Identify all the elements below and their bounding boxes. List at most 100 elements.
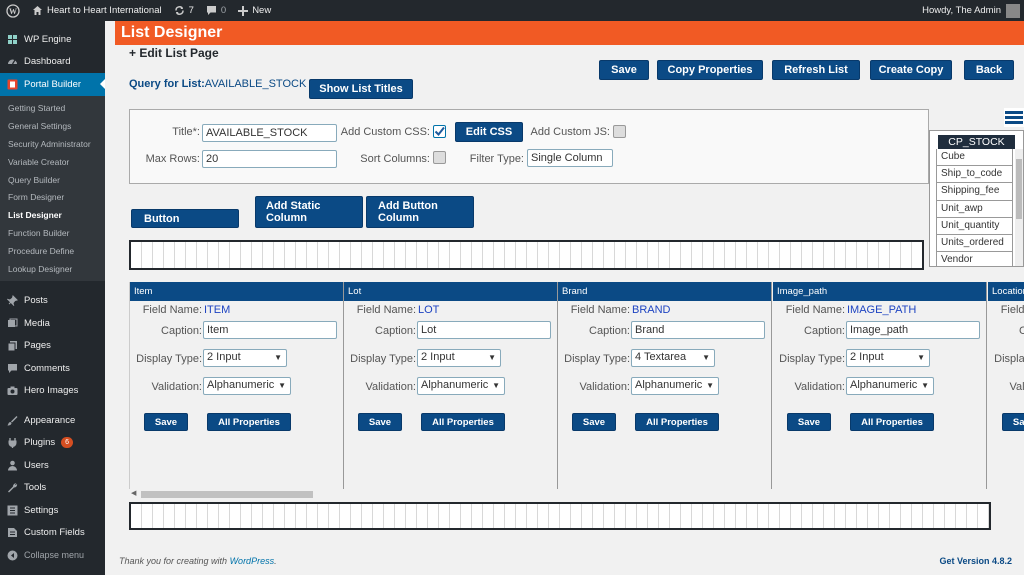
column-save-button[interactable]: Save [144,413,188,431]
submenu-security-administrator[interactable]: Security Administrator [0,135,105,153]
sort-columns-checkbox[interactable] [433,151,446,164]
wordpress-logo-button[interactable]: W [0,0,26,21]
field-list-item[interactable]: Ship_to_code [936,166,1013,184]
custom-css-checkbox[interactable] [433,125,446,138]
caption-input[interactable]: Lot [417,321,551,339]
scroll-left-arrow-icon[interactable]: ◀ [131,489,136,497]
collapse-menu-button[interactable]: Collapse menu [0,544,105,567]
chevron-down-icon: ▼ [702,353,710,362]
filter-type-select[interactable]: Single Column [527,149,613,167]
query-prefix: Query for List: [129,78,205,90]
wordpress-link[interactable]: WordPress [230,556,275,566]
portal-builder-submenu: Getting Started General Settings Securit… [0,95,105,282]
plus-icon [238,5,249,16]
add-static-column-button[interactable]: Add Static Column [255,196,363,228]
filter-type-label: Filter Type: [469,153,524,165]
menu-users[interactable]: Users [0,454,105,477]
button-button[interactable]: Button [131,209,239,228]
validation-select[interactable]: Alphanumeric ▼ [631,377,719,395]
menu-settings[interactable]: Settings [0,499,105,522]
submenu-query-builder[interactable]: Query Builder [0,171,105,189]
save-button[interactable]: Save [599,60,649,80]
create-copy-button[interactable]: Create Copy [870,60,952,80]
submenu-variable-creator[interactable]: Variable Creator [0,153,105,171]
list-column: Item Field Name: ITEM Caption: Item Disp… [130,282,344,489]
validation-label: Validation: [1009,381,1024,393]
menu-custom-fields[interactable]: Custom Fields [0,521,105,544]
all-properties-button[interactable]: All Properties [421,413,505,431]
all-properties-button[interactable]: All Properties [635,413,719,431]
custom-js-checkbox[interactable] [613,125,626,138]
column-save-button[interactable]: Save [358,413,402,431]
submenu-general-settings[interactable]: General Settings [0,117,105,135]
query-name: AVAILABLE_STOCK [204,78,307,90]
submenu-form-designer[interactable]: Form Designer [0,188,105,206]
caption-label: Caption: [589,325,630,337]
column-save-button[interactable]: Save [572,413,616,431]
field-list-item[interactable]: Cube [936,149,1013,167]
columns-horizontal-scrollbar[interactable]: ◀ [129,489,1024,501]
plugin-icon [7,437,18,449]
submenu-getting-started[interactable]: Getting Started [0,100,105,118]
field-list-scrollbar[interactable] [1015,149,1023,266]
display-type-select[interactable]: 2 Input ▼ [846,349,930,367]
field-name-label: Field Name: [1000,304,1024,316]
display-type-select[interactable]: 4 Textarea ▼ [631,349,715,367]
submenu-function-builder[interactable]: Function Builder [0,224,105,242]
field-list-item[interactable]: Vendor [936,252,1013,266]
menu-posts[interactable]: Posts [0,289,105,312]
comments-link[interactable]: 0 [200,0,232,21]
menu-wp-engine[interactable]: WP Engine [0,28,105,51]
menu-dashboard[interactable]: Dashboard [0,51,105,74]
validation-label: Validation: [794,381,845,393]
submenu-lookup-designer[interactable]: Lookup Designer [0,260,105,278]
field-list-item[interactable]: Unit_awp [936,200,1013,218]
menu-hero-images[interactable]: Hero Images [0,379,105,402]
scrollbar-thumb[interactable] [141,491,313,498]
updates-icon [174,5,185,16]
menu-portal-builder[interactable]: Portal Builder [0,73,105,96]
column-drop-area-top[interactable] [129,240,924,270]
field-list-item[interactable]: Shipping_fee [936,183,1013,201]
menu-tools[interactable]: Tools [0,476,105,499]
back-button[interactable]: Back [964,60,1014,80]
wp-engine-icon [7,34,18,45]
new-content-link[interactable]: New [232,0,277,21]
show-list-titles-button[interactable]: Show List Titles [309,79,413,99]
validation-select[interactable]: Alphanumeric ▼ [846,377,934,395]
copy-properties-button[interactable]: Copy Properties [657,60,763,80]
menu-appearance[interactable]: Appearance [0,409,105,432]
title-input[interactable]: AVAILABLE_STOCK [202,124,337,142]
chevron-down-icon: ▼ [488,353,496,362]
column-drop-area-bottom[interactable] [129,502,991,530]
validation-select[interactable]: Alphanumeric ▼ [203,377,291,395]
field-list-item[interactable]: Units_ordered [936,234,1013,253]
submenu-list-designer[interactable]: List Designer [0,206,105,224]
max-rows-input[interactable]: 20 [202,150,337,168]
caption-input[interactable]: Item [203,321,337,339]
all-properties-button[interactable]: All Properties [850,413,934,431]
refresh-list-button[interactable]: Refresh List [772,60,860,80]
caption-input[interactable]: Image_path [846,321,980,339]
menu-pages[interactable]: Pages [0,334,105,357]
all-properties-button[interactable]: All Properties [207,413,291,431]
menu-label: Comments [24,362,70,374]
caption-input[interactable]: Brand [631,321,765,339]
column-save-button[interactable]: Save [1002,413,1024,431]
column-save-button[interactable]: Save [787,413,831,431]
submenu-procedure-define[interactable]: Procedure Define [0,242,105,260]
site-name-link[interactable]: Heart to Heart International [26,0,168,21]
display-type-select[interactable]: 2 Input ▼ [203,349,287,367]
add-button-column-button[interactable]: Add Button Column [366,196,474,228]
field-list-item[interactable]: Unit_quantity [936,217,1013,235]
validation-select[interactable]: Alphanumeric ▼ [417,377,505,395]
my-account-link[interactable]: Howdy, The Admin [916,0,1024,21]
footer-version[interactable]: Get Version 4.8.2 [939,556,1012,566]
menu-media[interactable]: Media [0,312,105,335]
menu-plugins[interactable]: Plugins 6 [0,431,105,454]
updates-link[interactable]: 7 [168,0,200,21]
menu-comments[interactable]: Comments [0,357,105,380]
display-type-select[interactable]: 2 Input ▼ [417,349,501,367]
edit-css-button[interactable]: Edit CSS [455,122,523,142]
menu-toggle-icon[interactable] [1004,108,1024,127]
